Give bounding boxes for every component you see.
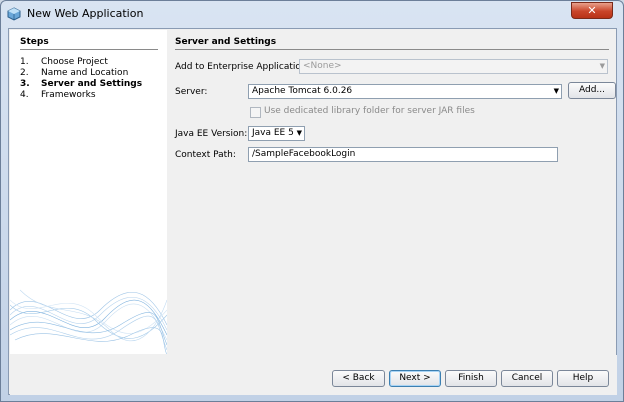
netbeans-app-icon (7, 7, 21, 21)
server-combo[interactable]: Apache Tomcat 6.0.26 ▼ (248, 84, 562, 99)
title-bar[interactable]: New Web Application ✕ (1, 1, 623, 28)
step-item-server-settings: 3. Server and Settings (20, 79, 143, 89)
chevron-down-icon: ▼ (599, 62, 605, 70)
javaee-version-combo[interactable]: Java EE 5 ▼ (248, 126, 305, 141)
context-path-label: Context Path: (175, 150, 236, 160)
javaee-version-label: Java EE Version: (175, 129, 248, 139)
javaee-version-value: Java EE 5 (252, 128, 294, 138)
server-value: Apache Tomcat 6.0.26 (252, 86, 353, 96)
help-button[interactable]: Help (557, 370, 609, 387)
context-path-input[interactable]: /SampleFacebookLogin (248, 147, 558, 162)
button-bar: < Back Next > Finish Cancel Help (10, 355, 617, 395)
add-server-button[interactable]: Add... (568, 82, 616, 99)
close-button[interactable]: ✕ (571, 2, 613, 19)
back-button[interactable]: < Back (332, 370, 385, 387)
steps-heading: Steps (20, 37, 49, 47)
chevron-down-icon: ▼ (296, 129, 302, 137)
chevron-down-icon: ▼ (553, 87, 559, 95)
wizard-body: Steps 1. Choose Project 2. Name and Locati… (8, 28, 617, 395)
next-button[interactable]: Next > (389, 370, 441, 387)
finish-button[interactable]: Finish (445, 370, 497, 387)
steps-divider (20, 49, 158, 50)
enterprise-app-combo: <None> ▼ (299, 59, 608, 74)
window-title: New Web Application (27, 7, 144, 20)
close-icon: ✕ (587, 4, 597, 17)
dedicated-library-checkbox (250, 107, 261, 118)
step-item-choose-project: 1. Choose Project (20, 57, 108, 67)
steps-panel: Steps 1. Choose Project 2. Name and Locati… (10, 30, 167, 354)
enterprise-app-label: Add to Enterprise Application: (175, 62, 310, 72)
step-item-name-location: 2. Name and Location (20, 68, 129, 78)
dialog-window: New Web Application ✕ Steps 1. Choose Pro… (0, 0, 624, 402)
settings-panel: Server and Settings Add to Enterprise Ap… (167, 30, 616, 354)
decorative-wave-graphic (10, 289, 167, 354)
server-label: Server: (175, 87, 208, 97)
cancel-button[interactable]: Cancel (501, 370, 553, 387)
step-item-frameworks: 4. Frameworks (20, 90, 96, 100)
dedicated-library-label: Use dedicated library folder for server … (264, 106, 475, 116)
section-heading: Server and Settings (175, 37, 277, 47)
section-divider (175, 49, 609, 50)
enterprise-app-value: <None> (303, 61, 342, 71)
